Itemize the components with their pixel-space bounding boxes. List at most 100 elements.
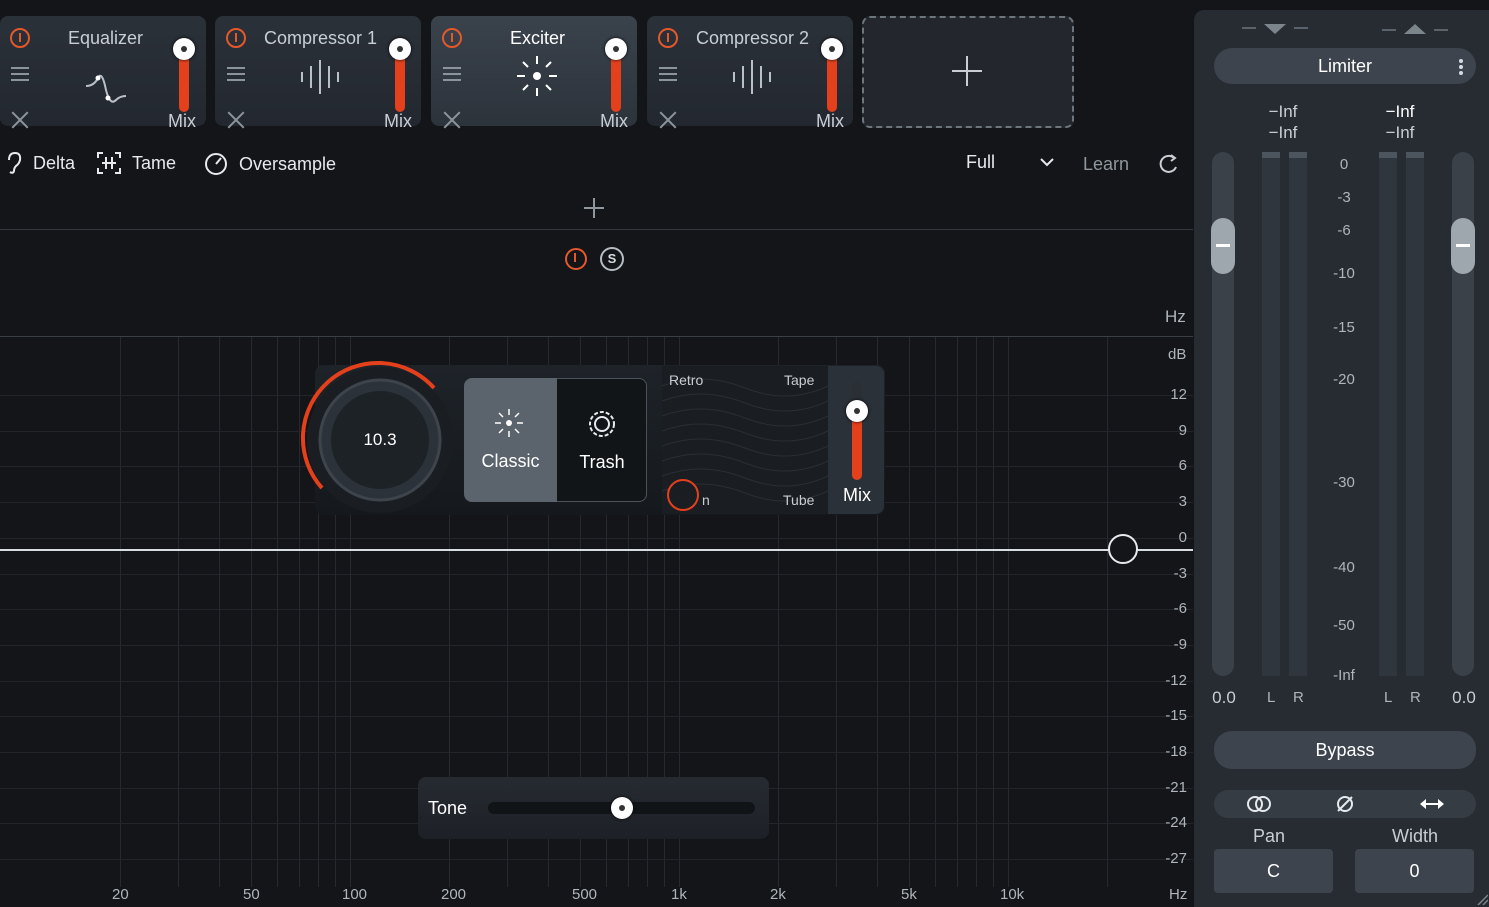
scale-tick: 0 bbox=[1339, 156, 1349, 173]
bypass-button[interactable]: Bypass bbox=[1214, 731, 1476, 769]
plus-icon bbox=[952, 56, 982, 86]
grid-line-horizontal bbox=[0, 645, 1193, 646]
list-icon[interactable] bbox=[227, 67, 245, 81]
output-right-label: R bbox=[1410, 689, 1421, 706]
mode-trash-label: Trash bbox=[579, 452, 625, 472]
mix-handle[interactable] bbox=[605, 38, 627, 60]
mix-label: Mix bbox=[600, 111, 628, 131]
scale-tick: -Inf bbox=[1333, 667, 1355, 684]
power-icon[interactable] bbox=[442, 28, 462, 48]
pan-field[interactable]: C bbox=[1214, 849, 1333, 893]
output-gain-value[interactable]: 0.0 bbox=[1446, 688, 1482, 708]
band-power-icon[interactable] bbox=[565, 248, 587, 270]
output-gain-handle[interactable] bbox=[1108, 534, 1138, 564]
output-meter-left bbox=[1379, 152, 1397, 676]
power-icon[interactable] bbox=[226, 28, 246, 48]
collapse-up-icon[interactable] bbox=[1382, 22, 1448, 36]
input-gain-handle[interactable] bbox=[1211, 218, 1235, 274]
output-left-label: L bbox=[1384, 689, 1393, 706]
power-icon[interactable] bbox=[10, 28, 30, 48]
mode-classic-button[interactable]: Classic bbox=[464, 378, 557, 502]
input-peak-readout-1: −Inf bbox=[1268, 102, 1298, 121]
list-icon[interactable] bbox=[659, 67, 677, 81]
hz-axis-label: 500 bbox=[572, 886, 598, 903]
mix-label: Mix bbox=[384, 111, 412, 131]
grid-line-vertical bbox=[219, 337, 220, 887]
add-module-button[interactable] bbox=[862, 16, 1074, 128]
input-meter-right bbox=[1289, 152, 1307, 676]
module-compressor-1[interactable]: Compressor 1 Mix bbox=[215, 16, 421, 131]
delta-button[interactable]: Delta bbox=[6, 151, 75, 174]
add-band-icon[interactable] bbox=[584, 198, 604, 218]
compressor-icon bbox=[733, 60, 771, 94]
scale-tick: -50 bbox=[1333, 617, 1355, 634]
db-axis-label: -9 bbox=[1173, 636, 1187, 653]
more-vertical-icon[interactable] bbox=[1458, 58, 1464, 76]
input-gain-value[interactable]: 0.0 bbox=[1206, 688, 1242, 708]
db-axis-label: 6 bbox=[1178, 457, 1187, 474]
xy-puck[interactable] bbox=[667, 479, 699, 511]
close-icon[interactable] bbox=[443, 111, 461, 129]
mix-handle[interactable] bbox=[821, 38, 843, 60]
tone-slider-handle[interactable] bbox=[611, 797, 633, 819]
db-unit: dB bbox=[1168, 346, 1187, 363]
module-name: Equalizer bbox=[68, 28, 144, 48]
exciter-mix-track[interactable] bbox=[852, 382, 862, 480]
gauge-icon bbox=[205, 153, 227, 175]
grid-line-vertical bbox=[909, 337, 910, 887]
limiter-module-selector[interactable]: Limiter bbox=[1214, 48, 1476, 84]
hz-axis-label: 50 bbox=[243, 886, 260, 903]
width-field[interactable]: 0 bbox=[1355, 849, 1474, 893]
solo-button[interactable]: S bbox=[600, 247, 624, 271]
db-axis-label: 9 bbox=[1178, 422, 1187, 439]
mix-handle[interactable] bbox=[389, 38, 411, 60]
db-axis-label: -21 bbox=[1165, 779, 1187, 796]
stereo-link-icon[interactable] bbox=[1245, 795, 1273, 813]
learn-button[interactable]: Learn bbox=[1083, 154, 1129, 175]
close-icon[interactable] bbox=[659, 111, 677, 129]
amount-value: 10.3 bbox=[363, 430, 397, 449]
output-meter-right bbox=[1406, 152, 1424, 676]
power-icon[interactable] bbox=[658, 28, 678, 48]
module-name: Compressor 2 bbox=[696, 28, 810, 48]
divider bbox=[0, 229, 1193, 230]
collapse-down-icon[interactable] bbox=[1242, 22, 1308, 36]
grid-line-horizontal bbox=[0, 538, 1193, 539]
phase-invert-icon[interactable] bbox=[1335, 794, 1355, 814]
grid-line-vertical bbox=[120, 337, 121, 887]
swap-channels-icon[interactable] bbox=[1419, 797, 1445, 811]
mix-label: Mix bbox=[816, 111, 844, 131]
mode-trash-button[interactable]: Trash bbox=[557, 378, 647, 502]
mix-handle[interactable] bbox=[173, 38, 195, 60]
db-axis-label: 0 bbox=[1178, 529, 1187, 546]
grid-line-vertical bbox=[277, 337, 278, 887]
grid-line-vertical bbox=[1008, 337, 1009, 887]
module-exciter[interactable]: Exciter Mix bbox=[431, 16, 637, 131]
output-gain-handle[interactable] bbox=[1451, 218, 1475, 274]
scale-tick: -15 bbox=[1333, 319, 1355, 336]
module-equalizer[interactable]: Equalizer Mix bbox=[0, 16, 206, 131]
hz-axis-label: 200 bbox=[441, 886, 467, 903]
xy-label-tape: Tape bbox=[784, 372, 815, 388]
close-icon[interactable] bbox=[227, 111, 245, 129]
oversample-button[interactable]: Oversample bbox=[204, 152, 336, 176]
module-name: Compressor 1 bbox=[264, 28, 378, 48]
view-select[interactable]: Full bbox=[966, 152, 1056, 173]
scale-tick: -3 bbox=[1337, 189, 1351, 206]
close-icon[interactable] bbox=[11, 111, 29, 129]
xy-label-tube: Tube bbox=[783, 492, 815, 508]
eq-curve-icon bbox=[85, 74, 127, 103]
input-peak-readout-2: −Inf bbox=[1268, 123, 1298, 142]
db-axis-label: -18 bbox=[1165, 743, 1187, 760]
xy-label-retro: Retro bbox=[669, 372, 704, 388]
reset-icon[interactable] bbox=[1158, 153, 1180, 175]
grid-line-vertical bbox=[957, 337, 958, 887]
tame-button[interactable]: Tame bbox=[97, 152, 176, 174]
exciter-mix-handle[interactable] bbox=[846, 400, 868, 422]
list-icon[interactable] bbox=[443, 67, 461, 81]
module-compressor-2[interactable]: Compressor 2 Mix bbox=[647, 16, 853, 131]
view-select-value: Full bbox=[966, 152, 996, 172]
list-icon[interactable] bbox=[11, 67, 29, 81]
resize-grip-icon[interactable] bbox=[1476, 893, 1488, 905]
tame-label: Tame bbox=[132, 153, 177, 173]
